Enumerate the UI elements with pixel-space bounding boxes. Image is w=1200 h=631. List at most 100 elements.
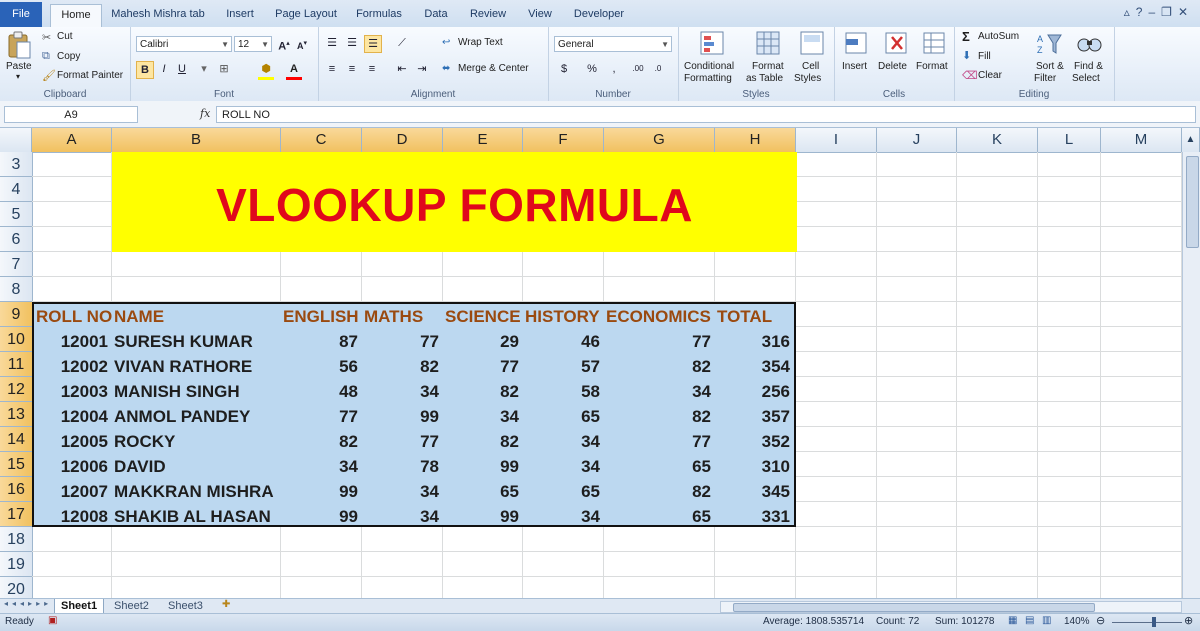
table-cell[interactable]: 12006: [34, 454, 112, 479]
find-select-line2[interactable]: Select: [1072, 73, 1100, 84]
orientation-icon[interactable]: ⟋: [394, 35, 410, 51]
cut-icon[interactable]: ✂: [42, 31, 51, 44]
table-cell[interactable]: VIVAN RATHORE: [112, 354, 281, 379]
sheet-tab-3[interactable]: Sheet3: [162, 599, 209, 613]
delete-button[interactable]: Delete: [878, 61, 907, 72]
table-cell[interactable]: 34: [523, 504, 604, 529]
align-top-icon[interactable]: ☰: [324, 35, 340, 51]
help-icon[interactable]: ?: [1136, 5, 1149, 19]
zoom-slider-handle[interactable]: [1152, 617, 1156, 627]
row-header[interactable]: 7: [0, 252, 32, 277]
row-header[interactable]: 12: [0, 377, 32, 402]
align-bottom-icon[interactable]: ☰: [364, 35, 382, 53]
grow-font-icon[interactable]: A▴: [276, 36, 292, 52]
paste-dropdown-icon[interactable]: ▾: [16, 72, 20, 81]
name-box[interactable]: A9: [4, 106, 138, 123]
vertical-scroll-up-icon[interactable]: ▲: [1182, 128, 1200, 152]
table-cell[interactable]: 82: [443, 379, 523, 404]
table-cell[interactable]: 12002: [34, 354, 112, 379]
normal-view-icon[interactable]: ▦: [1008, 615, 1017, 626]
percent-icon[interactable]: %: [584, 61, 600, 77]
table-cell[interactable]: 331: [715, 504, 794, 529]
table-cell[interactable]: SHAKIB AL HASAN: [112, 504, 281, 529]
column-header-e[interactable]: E: [443, 128, 523, 152]
paste-button[interactable]: Paste: [6, 61, 32, 72]
wrap-text-icon[interactable]: ↩: [442, 37, 450, 48]
merge-center-button[interactable]: Merge & Center: [458, 63, 529, 74]
delete-cells-icon[interactable]: [884, 31, 908, 55]
tab-view[interactable]: View: [518, 4, 562, 27]
copy-button[interactable]: Copy: [57, 51, 80, 62]
table-cell[interactable]: 34: [362, 379, 443, 404]
table-header-cell[interactable]: NAME: [112, 304, 281, 329]
find-select-line1[interactable]: Find &: [1074, 61, 1103, 72]
tab-developer[interactable]: Developer: [566, 4, 632, 27]
table-cell[interactable]: 34: [604, 379, 715, 404]
italic-icon[interactable]: I: [156, 61, 172, 77]
table-cell[interactable]: 82: [604, 479, 715, 504]
table-header-cell[interactable]: TOTAL: [715, 304, 794, 329]
tab-review[interactable]: Review: [462, 4, 514, 27]
tab-data[interactable]: Data: [414, 4, 458, 27]
increase-indent-icon[interactable]: ⇥: [414, 61, 430, 77]
table-cell[interactable]: 354: [715, 354, 794, 379]
formula-input[interactable]: ROLL NO: [216, 106, 1196, 123]
table-cell[interactable]: 310: [715, 454, 794, 479]
table-cell[interactable]: 12004: [34, 404, 112, 429]
currency-icon[interactable]: $: [556, 61, 572, 77]
table-cell[interactable]: 77: [604, 429, 715, 454]
row-header[interactable]: 15: [0, 452, 32, 477]
format-painter-button[interactable]: Format Painter: [57, 70, 123, 81]
table-cell[interactable]: 78: [362, 454, 443, 479]
table-cell[interactable]: 87: [281, 329, 362, 354]
format-as-table-line2[interactable]: as Table: [746, 73, 783, 84]
column-header-i[interactable]: I: [796, 128, 877, 152]
font-dropdown-icon[interactable]: ▾: [196, 61, 212, 77]
column-header-a[interactable]: A: [32, 128, 112, 152]
table-header-cell[interactable]: HISTORY: [523, 304, 604, 329]
decrease-decimal-icon[interactable]: .0: [650, 61, 666, 77]
format-as-table-line1[interactable]: Format: [752, 61, 784, 72]
table-cell[interactable]: 65: [604, 504, 715, 529]
data-table[interactable]: ROLL NONAMEENGLISHMATHSSCIENCEHISTORYECO…: [32, 302, 796, 527]
zoom-out-icon[interactable]: ⊖: [1096, 614, 1105, 627]
table-cell[interactable]: 77: [604, 329, 715, 354]
column-header-k[interactable]: K: [957, 128, 1038, 152]
table-cell[interactable]: 316: [715, 329, 794, 354]
table-cell[interactable]: 46: [523, 329, 604, 354]
align-center-icon[interactable]: ≡: [344, 61, 360, 77]
autosum-button[interactable]: AutoSum: [978, 31, 1019, 42]
table-cell[interactable]: 77: [443, 354, 523, 379]
fill-button[interactable]: Fill: [978, 51, 991, 62]
column-header-d[interactable]: D: [362, 128, 443, 152]
row-header[interactable]: 5: [0, 202, 32, 227]
table-cell[interactable]: 34: [362, 479, 443, 504]
table-cell[interactable]: 29: [443, 329, 523, 354]
borders-icon[interactable]: ⊞: [216, 61, 232, 77]
tab-formulas[interactable]: Formulas: [348, 4, 410, 27]
table-cell[interactable]: 34: [523, 429, 604, 454]
table-cell[interactable]: 65: [523, 404, 604, 429]
tab-mahesh-mishra[interactable]: Mahesh Mishra tab: [104, 4, 212, 27]
table-header-cell[interactable]: ECONOMICS: [604, 304, 715, 329]
decrease-indent-icon[interactable]: ⇤: [394, 61, 410, 77]
row-header[interactable]: 9: [0, 302, 32, 327]
table-cell[interactable]: 34: [362, 504, 443, 529]
row-header[interactable]: 19: [0, 552, 32, 577]
bold-icon[interactable]: B: [136, 61, 154, 79]
format-button[interactable]: Format: [916, 61, 948, 72]
restore-icon[interactable]: ❐: [1161, 5, 1178, 19]
column-header-c[interactable]: C: [281, 128, 362, 152]
table-header-cell[interactable]: MATHS: [362, 304, 443, 329]
table-cell[interactable]: 65: [523, 479, 604, 504]
table-cell[interactable]: 357: [715, 404, 794, 429]
table-cell[interactable]: 99: [362, 404, 443, 429]
column-header-l[interactable]: L: [1038, 128, 1101, 152]
sort-filter-line1[interactable]: Sort &: [1036, 61, 1064, 72]
shrink-font-icon[interactable]: A▾: [294, 36, 310, 52]
cut-button[interactable]: Cut: [57, 31, 73, 42]
table-cell[interactable]: 12008: [34, 504, 112, 529]
table-cell[interactable]: DAVID: [112, 454, 281, 479]
zoom-in-icon[interactable]: ⊕: [1184, 614, 1193, 627]
column-header-h[interactable]: H: [715, 128, 796, 152]
